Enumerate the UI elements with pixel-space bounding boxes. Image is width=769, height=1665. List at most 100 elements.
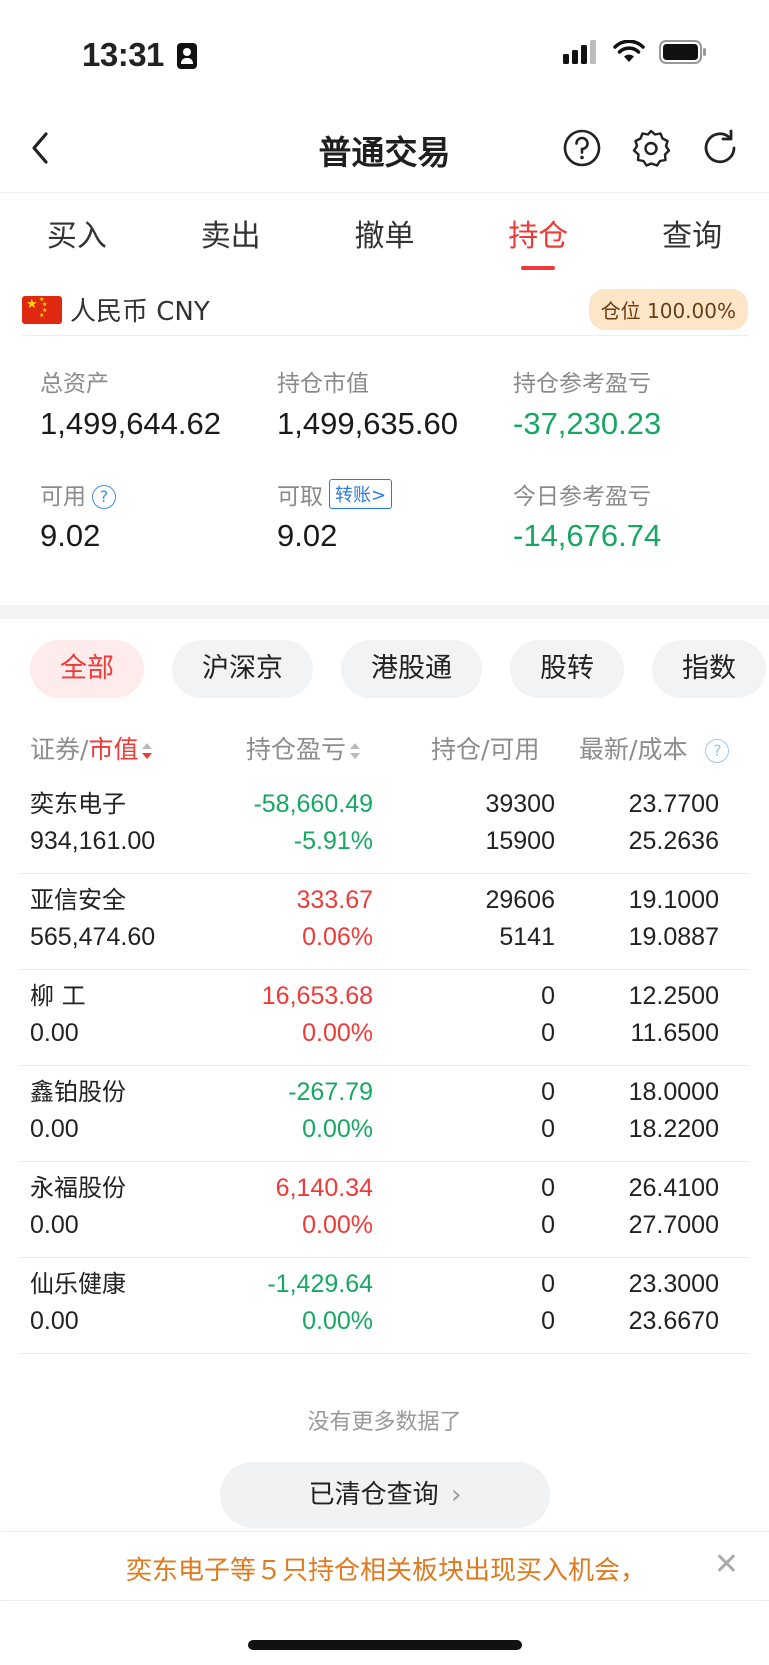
refresh-icon (704, 129, 736, 164)
latest-price: 23.3000 (628, 1270, 719, 1298)
latest-price: 26.4100 (628, 1174, 719, 1202)
tab-cancel[interactable]: 撤单 (308, 193, 462, 270)
tab-sell[interactable]: 卖出 (154, 193, 308, 270)
battery-icon (659, 40, 706, 64)
available-label-group: 可用? (40, 477, 116, 511)
available-qty: 0 (541, 1115, 555, 1143)
holding-pl-percent: 0.06% (302, 923, 373, 951)
total-assets-label: 总资产 (40, 371, 109, 397)
gear-icon (632, 129, 671, 167)
filter-all[interactable]: 全部 (30, 640, 144, 698)
filter-shanghai-shenzhen-beijing[interactable]: 沪深京 (172, 640, 313, 698)
opportunity-banner[interactable]: 奕东电子等５只持仓相关板块出现买入机会， ✕ (0, 1531, 769, 1601)
holding-pl-percent: 0.00% (302, 1115, 373, 1143)
table-row[interactable]: 鑫铂股份 0.00 -267.79 0.00% 0 0 18.0000 18.2200 (20, 1066, 749, 1162)
cleared-positions-button[interactable]: 已清仓查询 › (220, 1462, 550, 1528)
position-qty: 29606 (485, 886, 555, 914)
withdrawable-label: 可取 (277, 484, 323, 510)
market-value-label: 持仓市值 (277, 371, 369, 397)
cellular-signal-icon (563, 40, 596, 64)
refresh-button[interactable] (700, 128, 740, 168)
home-indicator (248, 1640, 522, 1650)
help-button[interactable] (562, 128, 602, 168)
available-qty: 0 (541, 1307, 555, 1335)
no-more-data: 没有更多数据了 (307, 1410, 462, 1435)
status-time: 13:31 (82, 36, 197, 74)
market-value-value: 1,499,635.60 (277, 406, 459, 441)
sort-icon (350, 742, 361, 760)
position-qty: 0 (541, 1078, 555, 1106)
latest-price: 23.7700 (628, 790, 719, 818)
filter-hk-connect[interactable]: 港股通 (341, 640, 482, 698)
security-name: 永福股份 (30, 1174, 126, 1202)
help-icon (563, 129, 601, 167)
market-value: 0.00 (30, 1211, 79, 1239)
today-pl-label: 今日参考盈亏 (513, 484, 651, 510)
latest-price: 19.1000 (628, 886, 719, 914)
table-row[interactable]: 奕东电子 934,161.00 -58,660.49 -5.91% 39300 15900… (20, 778, 749, 874)
available-help-icon[interactable]: ? (92, 485, 116, 509)
holding-pl: 16,653.68 (261, 982, 373, 1010)
today-pl-value: -14,676.74 (513, 518, 662, 553)
section-divider (0, 605, 769, 619)
position-qty: 0 (541, 982, 555, 1010)
chevron-right-icon: › (450, 1480, 462, 1510)
cost-price: 27.7000 (628, 1211, 719, 1239)
available-qty: 15900 (485, 827, 555, 855)
security-name: 奕东电子 (30, 790, 126, 818)
table-row[interactable]: 仙乐健康 0.00 -1,429.64 0.00% 0 0 23.3000 23.6670 (20, 1258, 749, 1354)
filter-index[interactable]: 指数 (652, 640, 766, 698)
available-qty: 0 (541, 1211, 555, 1239)
column-header-position: 持仓/可用 (431, 735, 540, 764)
tab-buy[interactable]: 买入 (0, 193, 154, 270)
cost-price: 23.6670 (628, 1307, 719, 1335)
id-card-icon (176, 43, 197, 69)
banner-text: 奕东电子等５只持仓相关板块出现买入机会， (126, 1556, 647, 1586)
available-label: 可用 (40, 484, 86, 510)
position-qty: 39300 (485, 790, 555, 818)
holding-pl-percent: -5.91% (293, 827, 373, 855)
transfer-button[interactable]: 转账> (329, 479, 393, 509)
security-name: 鑫铂股份 (30, 1078, 126, 1106)
position-qty: 0 (541, 1174, 555, 1202)
available-qty: 5141 (499, 923, 555, 951)
latest-price: 18.0000 (628, 1078, 719, 1106)
table-row[interactable]: 永福股份 0.00 6,140.34 0.00% 0 0 26.4100 27.7000 (20, 1162, 749, 1258)
trade-tabs: 买入 卖出 撤单 持仓 查询 (0, 192, 769, 270)
close-icon[interactable]: ✕ (714, 1550, 739, 1580)
total-assets-value: 1,499,644.62 (40, 406, 222, 441)
table-row[interactable]: 亚信安全 565,474.60 333.67 0.06% 29606 5141 19.100… (20, 874, 749, 970)
market-value: 934,161.00 (30, 827, 156, 855)
market-value: 0.00 (30, 1307, 79, 1335)
holding-pl: -267.79 (288, 1078, 373, 1106)
china-flag-icon: ★ ★ ★ ★ ★ (22, 295, 62, 324)
security-name: 仙乐健康 (30, 1270, 126, 1298)
filter-share-transfer[interactable]: 股转 (510, 640, 624, 698)
cost-price: 25.2636 (628, 827, 719, 855)
holding-pl-percent: 0.00% (302, 1307, 373, 1335)
settings-button[interactable] (631, 128, 671, 168)
position-ratio-badge: 仓位 100.00% (588, 289, 748, 330)
holding-pl-percent: 0.00% (302, 1019, 373, 1047)
withdrawable-label-group: 可取 转账> (277, 477, 393, 511)
market-value: 565,474.60 (30, 923, 156, 951)
market-value: 0.00 (30, 1115, 79, 1143)
holding-pl-value: -37,230.23 (513, 406, 662, 441)
wifi-icon (613, 40, 645, 62)
column-header-market-value: 市值 (88, 735, 139, 764)
column-header-holding-pl[interactable]: 持仓盈亏 (246, 730, 361, 766)
cost-price: 11.6500 (630, 1019, 719, 1047)
sort-desc-icon (142, 742, 153, 760)
cost-price: 19.0887 (628, 923, 719, 951)
cost-price: 18.2200 (628, 1115, 719, 1143)
available-qty: 0 (541, 1019, 555, 1047)
latest-price: 12.2500 (628, 982, 719, 1010)
position-qty: 0 (541, 1270, 555, 1298)
tab-positions[interactable]: 持仓 (461, 193, 615, 270)
table-row[interactable]: 柳 工 0.00 16,653.68 0.00% 0 0 12.2500 11.6500 (20, 970, 749, 1066)
price-help-icon[interactable]: ? (705, 739, 730, 763)
holding-pl: -58,660.49 (253, 790, 373, 818)
column-header-security[interactable]: 证券/市值 (30, 730, 153, 766)
tab-query[interactable]: 查询 (615, 193, 769, 270)
security-name: 柳 工 (30, 982, 86, 1010)
